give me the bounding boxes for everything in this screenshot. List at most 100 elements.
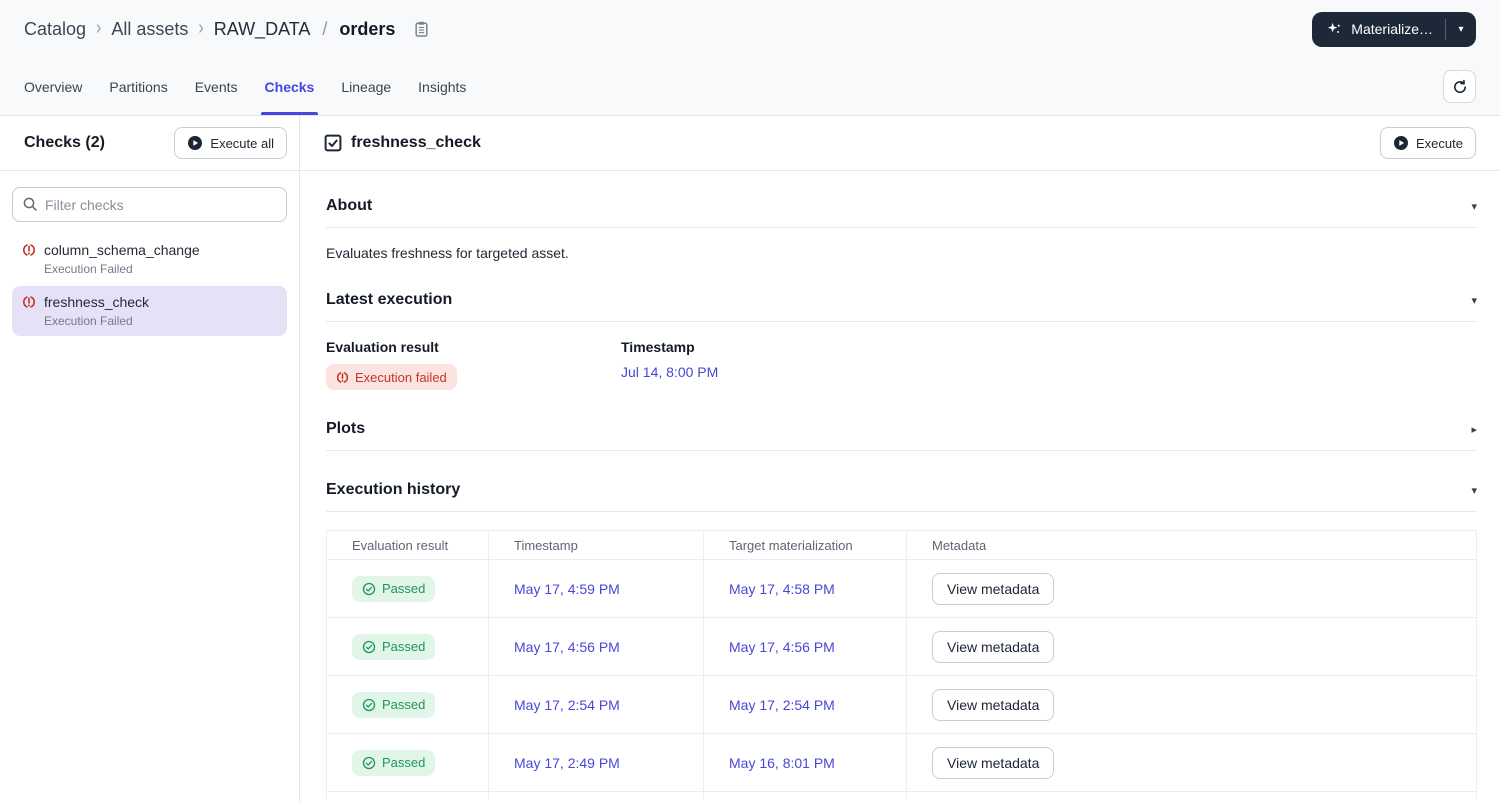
check-status: Execution Failed xyxy=(44,314,133,328)
passed-badge-label: Passed xyxy=(382,697,426,712)
clipboard-icon xyxy=(413,20,430,38)
filter-checks-input[interactable] xyxy=(12,187,287,222)
materialize-dropdown-button[interactable]: ▾ xyxy=(1446,12,1476,47)
latest-execution-section-header[interactable]: Latest execution ▾ xyxy=(326,261,1477,322)
top-header: Catalog › All assets › RAW_DATA / orders xyxy=(0,0,1500,116)
view-metadata-button[interactable]: View metadata xyxy=(932,746,1055,779)
chevron-right-icon: › xyxy=(198,17,204,39)
passed-badge: Passed xyxy=(352,691,436,718)
passed-badge-label: Passed xyxy=(382,581,426,596)
breadcrumb-catalog-link[interactable]: Catalog xyxy=(24,19,86,40)
passed-badge-label: Passed xyxy=(382,755,426,770)
execution-history-section-header[interactable]: Execution history ▾ xyxy=(326,451,1477,512)
tab-bar: Overview Partitions Events Checks Lineag… xyxy=(0,58,1500,115)
column-header-metadata: Metadata xyxy=(932,537,987,553)
tab-events[interactable]: Events xyxy=(195,58,238,115)
refresh-button[interactable] xyxy=(1443,70,1476,103)
execution-failed-badge-label: Execution failed xyxy=(355,369,447,385)
execution-failed-icon xyxy=(22,243,36,257)
materialize-button[interactable]: Materialize… xyxy=(1312,12,1445,47)
sidebar-header: Checks (2) Execute all xyxy=(0,116,299,171)
check-detail-panel: freshness_check Execute About ▾ Evaluate… xyxy=(300,116,1500,802)
execution-failed-badge: Execution failed xyxy=(326,364,457,390)
target-materialization-link[interactable]: May 17, 2:54 PM xyxy=(729,697,835,713)
table-row: Passed May 17, 4:59 PM May 17, 4:58 PM V… xyxy=(327,559,1476,617)
target-materialization-link[interactable]: May 16, 8:01 PM xyxy=(729,755,835,771)
execution-timestamp-link[interactable]: May 17, 4:56 PM xyxy=(514,639,620,655)
about-title: About xyxy=(326,197,373,214)
target-materialization-link[interactable]: May 17, 4:58 PM xyxy=(729,581,835,597)
column-header-target-materialization: Target materialization xyxy=(704,531,907,559)
execution-history-title: Execution history xyxy=(326,481,461,498)
target-materialization-link[interactable]: May 17, 4:56 PM xyxy=(729,639,835,655)
execution-timestamp-link[interactable]: May 17, 2:54 PM xyxy=(514,697,620,713)
view-metadata-button[interactable]: View metadata xyxy=(932,688,1055,721)
latest-execution-timestamp-link[interactable]: Jul 14, 8:00 PM xyxy=(621,364,718,380)
view-metadata-button[interactable]: View metadata xyxy=(932,572,1055,605)
execute-all-label: Execute all xyxy=(210,135,274,151)
chevron-right-icon: ▸ xyxy=(1471,423,1477,436)
passed-badge: Passed xyxy=(352,749,436,776)
passed-badge: Passed xyxy=(352,575,436,602)
about-description: Evaluates freshness for targeted asset. xyxy=(326,245,569,261)
check-detail-content: About ▾ Evaluates freshness for targeted… xyxy=(300,171,1500,802)
breadcrumb-asset-name: orders xyxy=(339,18,396,39)
check-circle-icon xyxy=(362,582,376,596)
tab-overview[interactable]: Overview xyxy=(24,58,82,115)
chevron-right-icon: › xyxy=(96,17,102,39)
check-name: freshness_check xyxy=(44,294,150,310)
passed-badge-label: Passed xyxy=(382,639,426,654)
execution-timestamp-link[interactable]: May 17, 4:59 PM xyxy=(514,581,620,597)
execute-all-button[interactable]: Execute all xyxy=(174,127,287,159)
check-circle-icon xyxy=(362,756,376,770)
latest-execution-details: Evaluation result Execution failed Times… xyxy=(326,322,1477,390)
page-body: Checks (2) Execute all Filter checks col… xyxy=(0,116,1500,802)
tab-partitions[interactable]: Partitions xyxy=(109,58,167,115)
execute-button[interactable]: Execute xyxy=(1380,127,1476,159)
plots-section-header[interactable]: Plots ▸ xyxy=(326,390,1477,451)
copy-asset-name-button[interactable] xyxy=(413,20,430,38)
table-row: Passed May 17, 2:54 PM May 17, 2:54 PM V… xyxy=(327,675,1476,733)
chevron-down-icon: ▾ xyxy=(1471,200,1477,213)
view-metadata-button[interactable]: View metadata xyxy=(932,630,1055,663)
search-icon xyxy=(22,196,38,212)
about-section-header[interactable]: About ▾ xyxy=(326,171,1477,228)
materialize-button-label: Materialize… xyxy=(1351,21,1433,37)
check-list-item-freshness-check[interactable]: freshness_check Execution Failed xyxy=(12,286,287,336)
checks-count-title: Checks (2) xyxy=(24,134,105,151)
sparkle-icon xyxy=(1326,21,1343,38)
passed-badge: Passed xyxy=(352,633,436,660)
tab-insights[interactable]: Insights xyxy=(418,58,466,115)
execution-history-table: Evaluation result Timestamp Target mater… xyxy=(326,530,1477,799)
breadcrumb-row: Catalog › All assets › RAW_DATA / orders xyxy=(0,0,1500,58)
check-circle-icon xyxy=(362,640,376,654)
chevron-down-icon: ▾ xyxy=(1458,23,1464,35)
app-window: Catalog › All assets › RAW_DATA / orders xyxy=(0,0,1500,802)
check-list: column_schema_change Execution Failed fr… xyxy=(0,232,299,338)
execution-failed-icon xyxy=(22,295,36,309)
breadcrumb: Catalog › All assets › RAW_DATA / orders xyxy=(24,17,430,40)
breadcrumb-all-assets-link[interactable]: All assets xyxy=(111,19,188,40)
plots-title: Plots xyxy=(326,420,366,437)
play-circle-icon xyxy=(1393,135,1409,151)
table-header-row: Evaluation result Timestamp Target mater… xyxy=(327,531,1476,559)
tabs: Overview Partitions Events Checks Lineag… xyxy=(24,58,466,115)
column-header-timestamp: Timestamp xyxy=(489,531,704,559)
chevron-down-icon: ▾ xyxy=(1471,294,1477,307)
tab-lineage[interactable]: Lineage xyxy=(341,58,391,115)
breadcrumb-separator: / xyxy=(322,18,328,39)
chevron-down-icon: ▾ xyxy=(1471,484,1477,497)
play-circle-icon xyxy=(187,135,203,151)
latest-execution-title: Latest execution xyxy=(326,291,453,308)
check-list-item-column-schema-change[interactable]: column_schema_change Execution Failed xyxy=(12,234,287,284)
execution-timestamp-link[interactable]: May 17, 2:49 PM xyxy=(514,755,620,771)
column-header-evaluation-result: Evaluation result xyxy=(327,531,489,559)
table-row: Passed May 17, 4:56 PM May 17, 4:56 PM V… xyxy=(327,617,1476,675)
tab-checks[interactable]: Checks xyxy=(260,58,319,115)
execution-failed-icon xyxy=(336,371,349,384)
filter-checks-wrap xyxy=(12,187,287,222)
checks-sidebar: Checks (2) Execute all Filter checks col… xyxy=(0,116,300,802)
table-row: Passed May 17, 2:49 PM May 16, 8:01 PM V… xyxy=(327,733,1476,791)
breadcrumb-asset-group[interactable]: RAW_DATA xyxy=(214,19,311,40)
execute-label: Execute xyxy=(1416,135,1463,151)
